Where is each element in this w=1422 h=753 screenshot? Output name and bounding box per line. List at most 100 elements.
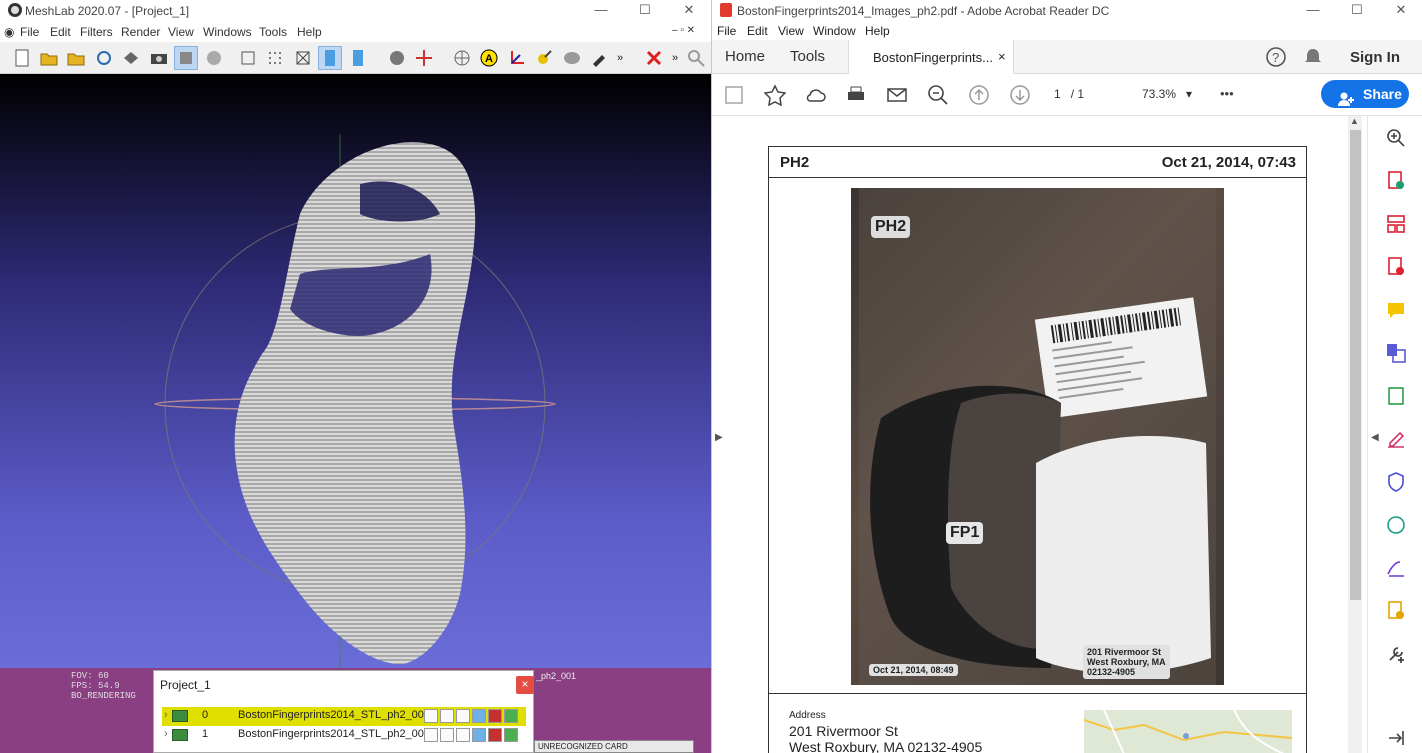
menu-view[interactable]: View — [778, 24, 804, 38]
upload-cloud-icon[interactable] — [804, 83, 828, 107]
page-total: / 1 — [1070, 87, 1085, 101]
tab-close-button[interactable]: × — [998, 49, 1006, 64]
mdi-controls[interactable]: – ▫ ✕ — [672, 25, 695, 36]
visibility-eye-icon[interactable] — [172, 729, 188, 741]
more-tools-wrench-icon[interactable] — [1384, 642, 1408, 666]
paint-brush-icon[interactable] — [587, 46, 611, 70]
measure-tool-icon[interactable] — [532, 46, 556, 70]
trackball-icon[interactable] — [450, 46, 474, 70]
layer-dialog-close-button[interactable]: × — [516, 676, 534, 694]
page-number-field[interactable]: 1 / 1 — [1054, 87, 1084, 101]
compress-icon[interactable] — [1384, 513, 1408, 537]
wireframe-render-icon[interactable] — [291, 46, 315, 70]
fill-sign-icon[interactable] — [1384, 384, 1408, 408]
tab-tools[interactable]: Tools — [790, 48, 825, 65]
collapse-pane-icon[interactable] — [1384, 726, 1408, 750]
maximize-icon[interactable]: ☐ — [1335, 0, 1379, 22]
menu-file[interactable]: File — [20, 25, 39, 39]
reload-icon[interactable] — [92, 46, 116, 70]
flat-render-icon[interactable] — [318, 46, 342, 70]
delete-selection-icon[interactable] — [642, 46, 666, 70]
export-pdf-icon[interactable] — [1384, 255, 1408, 279]
import-mesh-icon[interactable] — [64, 46, 88, 70]
new-project-icon[interactable] — [10, 46, 34, 70]
toolbar-overflow-icon[interactable]: » — [613, 46, 627, 70]
scrollbar-thumb[interactable] — [1350, 130, 1361, 600]
sign-in-button[interactable]: Sign In — [1350, 49, 1400, 66]
notification-bell-icon[interactable] — [1303, 47, 1323, 70]
tab-home[interactable]: Home — [725, 48, 765, 65]
layer-render-icons[interactable] — [424, 728, 518, 742]
expand-arrow-icon[interactable]: › — [164, 709, 168, 721]
organize-pages-icon[interactable] — [1384, 212, 1408, 236]
bookmark-star-icon[interactable] — [763, 83, 787, 107]
light-direction-icon[interactable] — [412, 46, 436, 70]
close-icon[interactable]: ✕ — [1379, 0, 1422, 22]
minimize-icon[interactable]: — — [579, 0, 623, 22]
menu-help[interactable]: Help — [865, 24, 890, 38]
email-icon[interactable] — [885, 83, 909, 107]
bbox-render-icon[interactable] — [236, 46, 260, 70]
search-icon[interactable] — [684, 46, 708, 70]
menu-file[interactable]: File — [717, 24, 736, 38]
menu-render[interactable]: Render — [121, 25, 160, 39]
left-panel-toggle-icon[interactable]: ▶ — [715, 432, 723, 443]
sign-icon[interactable] — [1384, 556, 1408, 580]
visibility-eye-icon[interactable] — [172, 710, 188, 722]
layer-row[interactable]: › 0 BostonFingerprints2014_STL_ph2_001 — [162, 707, 526, 726]
menu-edit[interactable]: Edit — [747, 24, 768, 38]
menu-filters[interactable]: Filters — [80, 25, 113, 39]
meshlab-window-title: MeshLab 2020.07 - [Project_1] — [25, 4, 190, 18]
page-down-icon[interactable] — [1008, 83, 1032, 107]
page-current[interactable]: 1 — [1054, 87, 1061, 101]
smooth-render-icon[interactable] — [346, 46, 370, 70]
menu-edit[interactable]: Edit — [50, 25, 71, 39]
more-tools-icon[interactable]: ••• — [1220, 86, 1234, 101]
combine-files-icon[interactable] — [1384, 341, 1408, 365]
close-icon[interactable]: ✕ — [667, 0, 711, 22]
align-icon[interactable] — [560, 46, 584, 70]
photo-timestamp: Oct 21, 2014, 08:49 — [869, 664, 958, 676]
layer-dialog-icon[interactable] — [174, 46, 198, 70]
create-pdf-icon[interactable] — [1384, 169, 1408, 193]
menu-help[interactable]: Help — [297, 25, 322, 39]
document-viewport[interactable]: ▶ PH2 Oct 21, 2014, 07:43 PH2 FP1 Oct 21… — [712, 116, 1357, 753]
page-up-icon[interactable] — [967, 83, 991, 107]
annotation-icon[interactable]: A — [477, 46, 501, 70]
layer-index: 1 — [202, 728, 209, 740]
meshlab-3d-viewport[interactable] — [0, 74, 711, 668]
protect-icon[interactable] — [1384, 470, 1408, 494]
share-button[interactable]: Share — [1321, 80, 1409, 108]
layer-render-icons[interactable] — [424, 709, 518, 723]
export-mesh-icon[interactable] — [119, 46, 143, 70]
save-icon[interactable] — [722, 83, 746, 107]
menu-windows[interactable]: Windows — [203, 25, 252, 39]
help-icon[interactable]: ? — [1265, 46, 1287, 71]
expand-arrow-icon[interactable]: › — [164, 728, 168, 740]
edit-pdf-icon[interactable] — [1384, 427, 1408, 451]
evidence-photo: PH2 FP1 Oct 21, 2014, 08:49 201 Rivermoo… — [851, 188, 1224, 685]
snapshot-icon[interactable] — [147, 46, 171, 70]
tab-document[interactable]: BostonFingerprints... × — [848, 40, 1014, 74]
maximize-icon[interactable]: ☐ — [623, 0, 667, 22]
open-project-icon[interactable] — [37, 46, 61, 70]
zoom-out-icon[interactable] — [926, 83, 950, 107]
zoom-level-select[interactable]: 73.3% ▾ — [1142, 87, 1192, 101]
vertical-scrollbar[interactable]: ▲ — [1348, 116, 1362, 753]
menu-tools[interactable]: Tools — [259, 25, 287, 39]
print-icon[interactable] — [844, 83, 868, 107]
toolbar-overflow-2-icon[interactable]: » — [668, 46, 682, 70]
menu-window[interactable]: Window — [813, 24, 856, 38]
raster-layer-icon[interactable] — [202, 46, 226, 70]
axis-icon[interactable] — [505, 46, 529, 70]
points-render-icon[interactable] — [263, 46, 287, 70]
layer-row[interactable]: › 1 BostonFingerprints2014_STL_ph2_002 — [162, 726, 526, 745]
minimize-icon[interactable]: — — [1291, 0, 1335, 22]
lighting-icon[interactable] — [385, 46, 409, 70]
scroll-up-icon[interactable]: ▲ — [1350, 116, 1359, 126]
comment-icon[interactable] — [1384, 298, 1408, 322]
right-pane-toggle-icon[interactable]: ◀ — [1371, 432, 1379, 443]
menu-view[interactable]: View — [168, 25, 194, 39]
send-review-icon[interactable] — [1384, 599, 1408, 623]
zoom-in-icon[interactable] — [1384, 126, 1408, 150]
